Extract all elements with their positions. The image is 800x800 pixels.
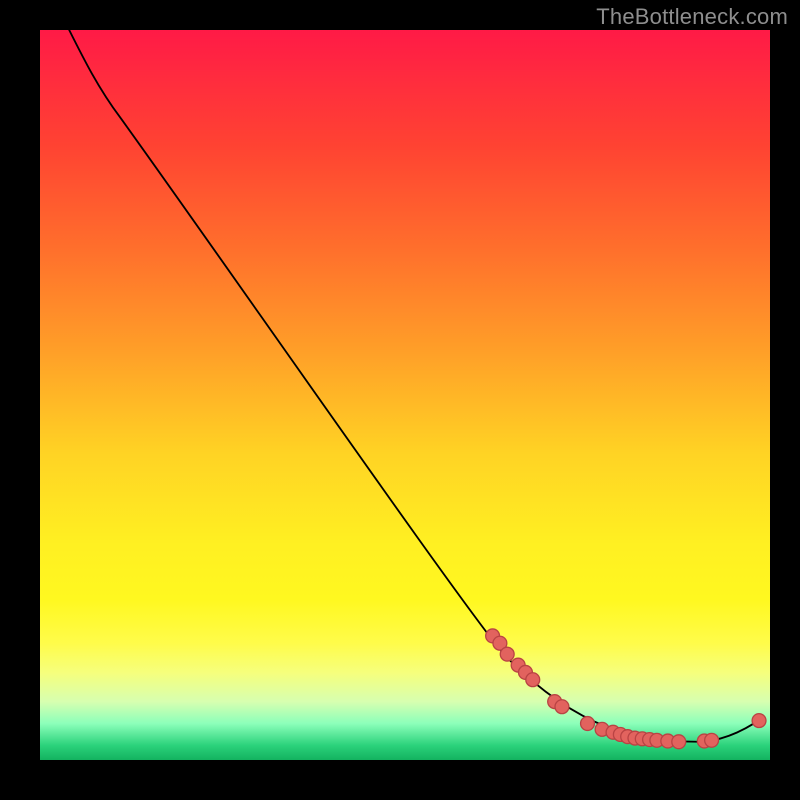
data-markers — [486, 629, 766, 749]
data-marker — [705, 733, 719, 747]
attribution-label: TheBottleneck.com — [596, 4, 788, 30]
curve-layer — [40, 30, 770, 760]
bottleneck-curve — [69, 30, 763, 742]
data-marker — [555, 700, 569, 714]
chart-stage: TheBottleneck.com — [0, 0, 800, 800]
data-marker — [752, 714, 766, 728]
data-marker — [581, 717, 595, 731]
data-marker — [500, 647, 514, 661]
data-marker — [672, 735, 686, 749]
plot-area — [40, 30, 770, 760]
data-marker — [526, 673, 540, 687]
